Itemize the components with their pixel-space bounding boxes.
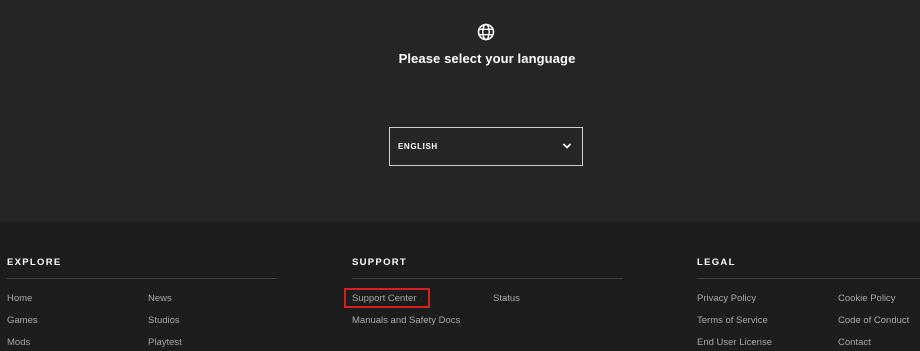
footer-link-studios[interactable]: Studios	[148, 315, 180, 326]
footer-link-eula[interactable]: End User License	[697, 337, 772, 348]
language-section: Please select your language ENGLISH	[0, 0, 920, 222]
footer-link-mods[interactable]: Mods	[7, 337, 30, 348]
support-divider	[352, 278, 622, 279]
explore-heading: EXPLORE	[7, 257, 62, 268]
footer-link-support-center[interactable]: Support Center	[352, 293, 416, 304]
footer-link-code-of-conduct[interactable]: Code of Conduct	[838, 315, 909, 326]
language-select[interactable]: ENGLISH	[389, 127, 583, 166]
footer-link-manuals[interactable]: Manuals and Safety Docs	[352, 315, 460, 326]
chevron-down-icon	[562, 143, 572, 149]
legal-heading: LEGAL	[697, 257, 736, 268]
explore-divider	[7, 278, 277, 279]
footer-link-news[interactable]: News	[148, 293, 172, 304]
language-title: Please select your language	[398, 51, 576, 66]
footer-link-home[interactable]: Home	[7, 293, 32, 304]
language-select-value: ENGLISH	[398, 142, 438, 151]
support-heading: SUPPORT	[352, 257, 408, 268]
globe-icon	[477, 23, 495, 41]
legal-divider	[697, 278, 920, 279]
footer-link-cookie-policy[interactable]: Cookie Policy	[838, 293, 896, 304]
footer-link-privacy-policy[interactable]: Privacy Policy	[697, 293, 756, 304]
footer-link-status[interactable]: Status	[493, 293, 520, 304]
footer-link-contact[interactable]: Contact	[838, 337, 871, 348]
footer-link-terms-of-service[interactable]: Terms of Service	[697, 315, 768, 326]
footer-link-playtest[interactable]: Playtest	[148, 337, 182, 348]
footer-link-games[interactable]: Games	[7, 315, 38, 326]
footer: EXPLORE Home News Games Studios Mods Pla…	[0, 222, 920, 351]
